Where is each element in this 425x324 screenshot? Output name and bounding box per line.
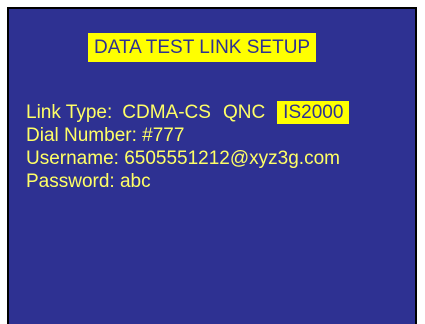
password-field[interactable]: Password: abc <box>26 170 349 193</box>
link-type-row: Link Type: CDMA-CS QNC IS2000 <box>26 101 350 124</box>
screen-title: DATA TEST LINK SETUP <box>88 33 317 62</box>
link-type-option-is2000[interactable]: IS2000 <box>277 101 350 124</box>
username-field[interactable]: Username: 6505551212@xyz3g.com <box>26 147 349 170</box>
link-settings: Link Type: CDMA-CS QNC IS2000 Dial Number: … <box>26 101 350 193</box>
data-test-link-setup-screen: DATA TEST LINK SETUP Link Type: CDMA-CS QN… <box>7 7 417 324</box>
dial-number-field[interactable]: Dial Number: #777 <box>26 124 349 147</box>
link-type-label: Link Type: <box>26 102 113 123</box>
link-type-option-cdma-cs[interactable]: CDMA-CS <box>112 101 217 124</box>
link-type-option-qnc[interactable]: QNC <box>217 101 271 124</box>
